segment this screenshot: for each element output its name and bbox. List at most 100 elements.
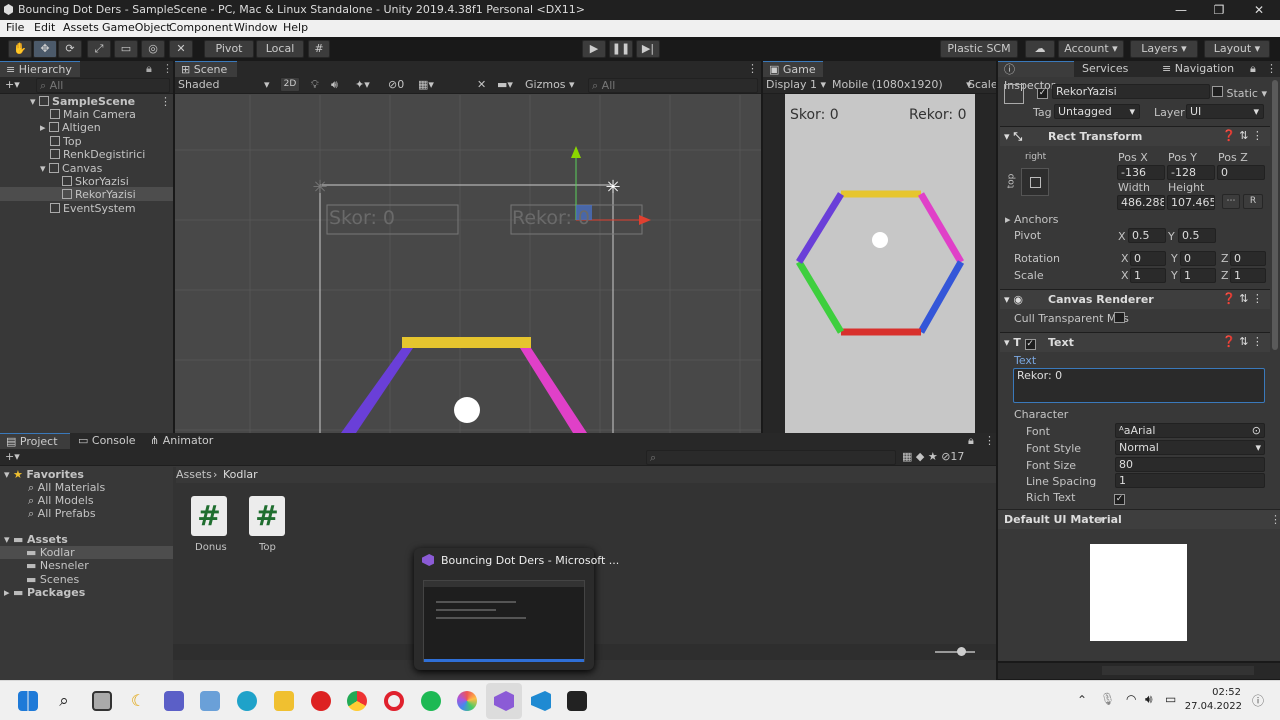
custom-tool-icon[interactable]: ✕ [169, 40, 193, 58]
photos-icon[interactable] [200, 691, 220, 711]
plastic-scm-button[interactable]: Plastic SCM [940, 40, 1018, 58]
breadcrumb-root[interactable]: Assets [176, 468, 212, 481]
tab-project[interactable]: ▤ Project [0, 433, 70, 449]
breadcrumb-current[interactable]: Kodlar [223, 468, 258, 481]
menu-component[interactable]: Component [169, 21, 233, 34]
tree-item-main-camera[interactable]: Main Camera [50, 108, 136, 121]
clock-date[interactable]: 27.04.2022 [1182, 701, 1242, 712]
gizmos-dropdown[interactable]: Gizmos ▾ [525, 78, 575, 91]
scene-view[interactable]: ✳ ✳ [175, 95, 761, 433]
object-name-field[interactable]: RekorYazisi [1052, 84, 1210, 99]
spotify-icon[interactable] [421, 691, 441, 711]
battery-icon[interactable]: ▭ [1165, 692, 1176, 706]
scale-tool-icon[interactable]: ⤢ [87, 40, 111, 58]
component-menu-icon[interactable]: ❓ ⇅ ⋮ [1222, 129, 1263, 142]
fav-all-materials[interactable]: ⌕ All Materials [28, 481, 105, 495]
scene-more-icon[interactable]: ⋮ [747, 62, 758, 75]
rot-y-field[interactable]: 0 [1180, 251, 1216, 266]
active-checkbox[interactable]: ✓ [1037, 85, 1048, 99]
folder-scenes[interactable]: ▬ Scenes [26, 573, 79, 586]
resolution-dropdown[interactable]: Mobile (1080x1920) ▾ [832, 78, 972, 91]
more-icon[interactable]: ⋮ [162, 62, 173, 75]
assets-folder[interactable]: ▾ ▬ Assets [4, 533, 68, 546]
menu-assets[interactable]: Assets [63, 21, 99, 34]
menu-file[interactable]: File [6, 21, 24, 34]
grid-snap-icon[interactable]: # [308, 40, 330, 58]
text-value-area[interactable]: Rekor: 0 [1013, 368, 1265, 403]
notification-icon[interactable]: ⓘ [1252, 692, 1264, 709]
tree-scene-sample[interactable]: ▾ SampleScene [30, 95, 135, 108]
folder-kodlar[interactable]: ▬ Kodlar [26, 546, 75, 559]
scale-z-field[interactable]: 1 [1230, 268, 1266, 283]
local-toggle[interactable]: Local [256, 40, 304, 58]
raw-edit-icon[interactable]: R [1243, 194, 1263, 209]
tree-item-canvas[interactable]: ▾ Canvas [40, 162, 102, 175]
layers-dropdown[interactable]: Layers ▾ [1130, 40, 1198, 58]
folder-nesneler[interactable]: ▬ Nesneler [26, 559, 89, 572]
menu-gameobject[interactable]: GameObject [102, 21, 171, 34]
line-spacing-field[interactable]: 1 [1115, 473, 1265, 488]
teams-icon[interactable] [164, 691, 184, 711]
menu-edit[interactable]: Edit [34, 21, 55, 34]
scale-x-field[interactable]: 1 [1130, 268, 1166, 283]
wifi-icon[interactable]: ◠ [1126, 692, 1136, 706]
tree-item-eventsystem[interactable]: EventSystem [50, 202, 136, 215]
height-field[interactable]: 107.4655 [1167, 195, 1215, 210]
pivot-toggle[interactable]: Pivot [204, 40, 254, 58]
anchors-foldout[interactable]: ▸ Anchors [1005, 213, 1059, 226]
anchor-icon[interactable]: ✳ [605, 177, 620, 198]
more-icon[interactable]: ⋮ [1266, 62, 1277, 75]
scene-search-input[interactable]: ⌕ All [588, 78, 758, 93]
zoom-slider-handle[interactable] [957, 647, 966, 656]
width-field[interactable]: 486.2885 [1117, 195, 1165, 210]
canvas-renderer-header[interactable]: ▾ ◉ Canvas Renderer ❓ ⇅ ⋮ [1000, 289, 1270, 309]
scale-y-field[interactable]: 1 [1180, 268, 1216, 283]
account-dropdown[interactable]: Account ▾ [1058, 40, 1124, 58]
tools-icon[interactable]: ✕ [477, 78, 486, 91]
tree-item-rekoryazisi[interactable]: RekorYazisi [62, 188, 136, 201]
packages-folder[interactable]: ▸ ▬ Packages [4, 586, 85, 599]
file-donus[interactable]: Donus [195, 542, 227, 553]
script-icon[interactable]: # [191, 496, 227, 536]
task-view-icon[interactable] [92, 691, 112, 711]
rect-tool-icon[interactable]: ▭ [114, 40, 138, 58]
pos-y-field[interactable]: -128 [1167, 165, 1215, 180]
gizmo-y-arrow[interactable] [571, 146, 581, 158]
audio-icon[interactable]: 🔊︎ [331, 78, 338, 92]
rot-x-field[interactable]: 0 [1130, 251, 1166, 266]
move-tool-icon[interactable]: ✥ [33, 40, 57, 58]
scene-more-icon[interactable]: ⋮ [160, 95, 171, 108]
project-search-input[interactable]: ⌕ [646, 450, 896, 465]
component-menu-icon[interactable]: ❓ ⇅ ⋮ [1222, 335, 1263, 348]
effects-icon[interactable]: ✦▾ [355, 78, 370, 91]
opera-icon[interactable] [384, 691, 404, 711]
chrome-icon[interactable] [347, 691, 367, 711]
start-icon[interactable] [18, 691, 38, 711]
shading-dropdown[interactable]: Shaded ▾ [178, 78, 273, 91]
hidden-objects-icon[interactable]: ⊘0 [388, 78, 404, 91]
play-button[interactable]: ▶ [582, 40, 606, 58]
pos-x-field[interactable]: -136 [1117, 165, 1165, 180]
close-button[interactable]: ✕ [1240, 0, 1278, 20]
vscode-icon[interactable] [531, 691, 551, 711]
hierarchy-search-input[interactable]: ⌕ All [36, 78, 170, 93]
fav-all-models[interactable]: ⌕ All Models [28, 494, 94, 508]
taskbar-preview-popup[interactable]: Bouncing Dot Ders - Microsoft ... [414, 548, 619, 670]
horizontal-scrollbar[interactable] [1102, 666, 1254, 675]
font-style-dropdown[interactable]: Normal ▾ [1115, 440, 1265, 455]
toggle-2d[interactable]: 2D [280, 77, 300, 92]
component-menu-icon[interactable]: ❓ ⇅ ⋮ [1222, 292, 1263, 305]
tab-scene[interactable]: ⊞ Scene [175, 61, 237, 77]
edge-icon[interactable] [237, 691, 257, 711]
text-component-header[interactable]: ▾ T ✓ Text ❓ ⇅ ⋮ [1000, 332, 1270, 352]
menu-window[interactable]: Window [234, 21, 277, 34]
lock-icon[interactable]: 🔒︎ [146, 62, 152, 76]
tab-console[interactable]: ▭ Console [72, 433, 142, 449]
material-header[interactable]: Default UI Material ▾ ⋮ [998, 509, 1280, 529]
pivot-x-field[interactable]: 0.5 [1128, 228, 1166, 243]
clock-time[interactable]: 02:52 [1205, 687, 1241, 698]
tab-navigation[interactable]: ≡ Navigation [1156, 61, 1240, 77]
layout-dropdown[interactable]: Layout ▾ [1204, 40, 1270, 58]
layer-dropdown[interactable]: UI ▾ [1186, 104, 1264, 119]
zoom-slider[interactable] [935, 651, 975, 653]
